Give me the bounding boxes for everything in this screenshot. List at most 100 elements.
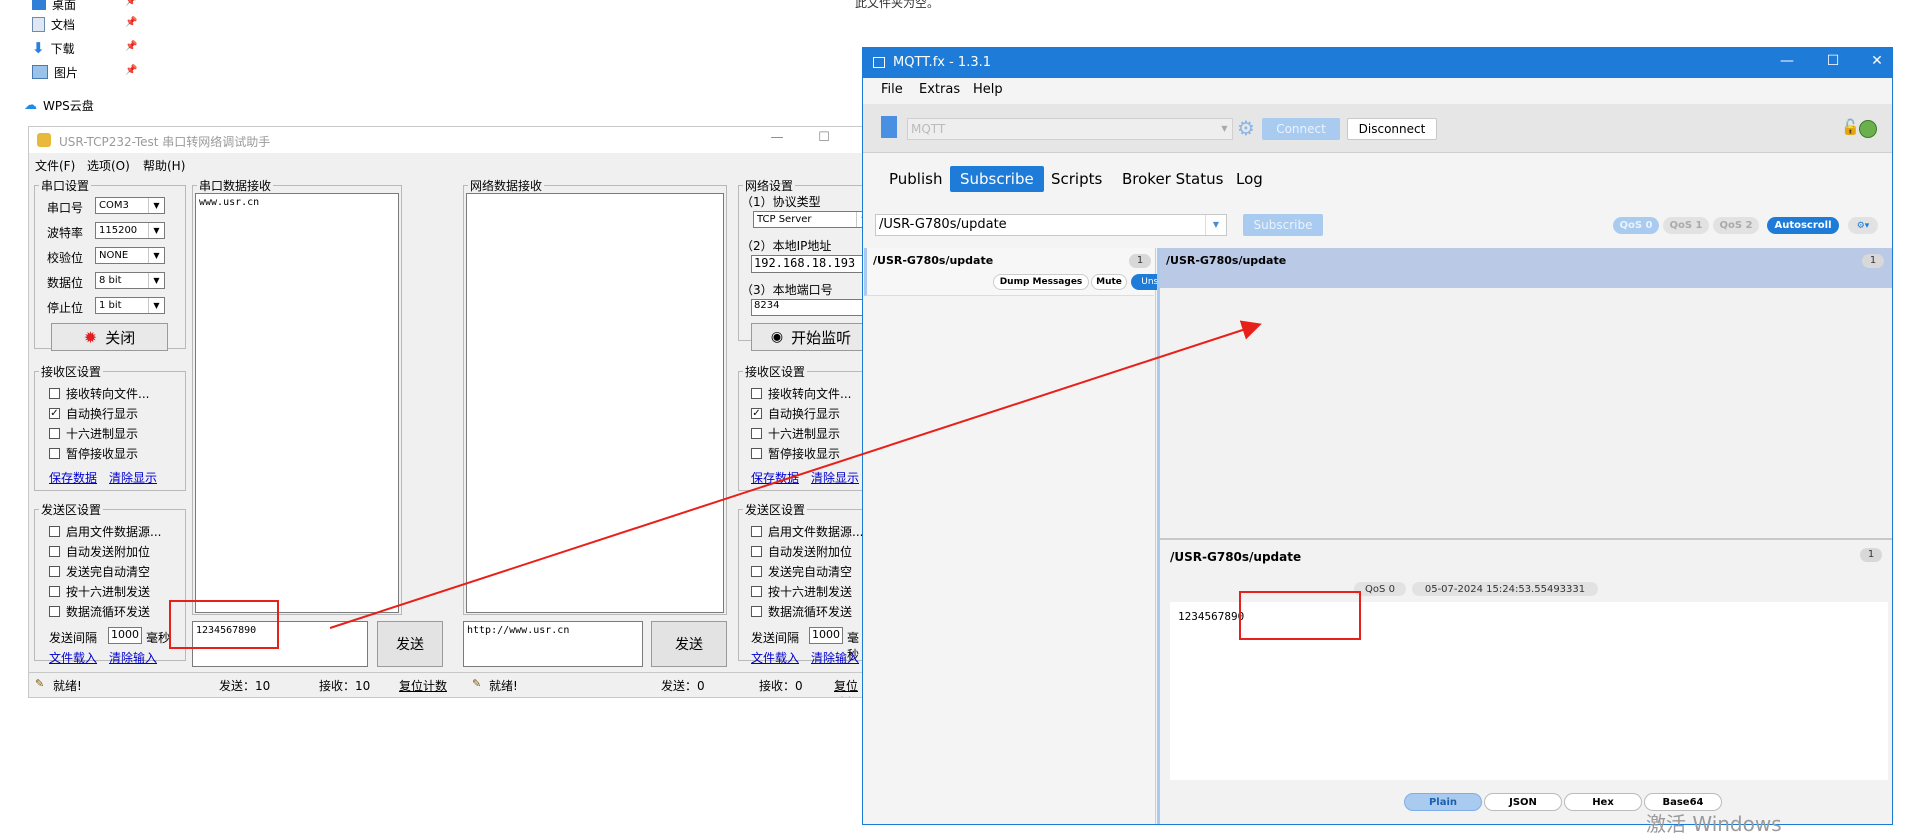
menu-file[interactable]: File: [881, 82, 903, 97]
clear-display-link[interactable]: 清除显示: [109, 469, 157, 486]
net-send-button[interactable]: 发送: [651, 621, 727, 667]
connect-button[interactable]: Connect: [1262, 118, 1340, 140]
net-auto-clear-checkbox[interactable]: 发送完自动清空: [751, 563, 852, 580]
file-load-link[interactable]: 文件载入: [49, 649, 97, 666]
serial-recv-area[interactable]: www.usr.cn: [195, 193, 399, 613]
detail-count: 1: [1860, 548, 1882, 562]
ip-input[interactable]: 192.168.18.193: [751, 255, 867, 273]
payload-area[interactable]: 1234567890: [1170, 602, 1888, 780]
topic-input[interactable]: /USR-G780s/update ▼: [875, 214, 1227, 236]
subscription-count: 1: [1129, 254, 1151, 268]
proto-select[interactable]: TCP Server▼: [753, 211, 867, 228]
net-interval-input[interactable]: 1000: [809, 627, 843, 644]
baud-select[interactable]: 115200 ▼: [95, 222, 165, 239]
quick-access-pictures[interactable]: 图片: [32, 62, 78, 82]
subscription-item[interactable]: /USR-G780s/update 1 Dump Messages Mute U…: [864, 248, 1207, 296]
reset-count-button[interactable]: 复位计数: [399, 677, 447, 694]
auto-wrap-checkbox[interactable]: ✓ 自动换行显示: [49, 405, 138, 422]
quick-access-documents[interactable]: 文档: [32, 14, 75, 34]
close-button[interactable]: ✕: [1857, 53, 1892, 69]
download-icon: ⬇: [32, 39, 45, 57]
status-ready-net: 就绪!: [489, 679, 518, 693]
autoscroll-button[interactable]: Autoscroll: [1767, 217, 1839, 234]
interval-input[interactable]: 1000: [108, 627, 142, 644]
settings-dropdown-button[interactable]: ⚙▾: [1848, 217, 1878, 234]
qos2-button[interactable]: QoS 2: [1713, 217, 1759, 234]
menu-help[interactable]: 帮助(H): [143, 157, 185, 174]
auto-clear-checkbox[interactable]: 发送完自动清空: [49, 563, 150, 580]
format-json-button[interactable]: JSON: [1484, 793, 1562, 811]
net-append-bits-checkbox[interactable]: 自动发送附加位: [751, 543, 852, 560]
pause-recv-checkbox[interactable]: 暂停接收显示: [49, 445, 138, 462]
qos1-button[interactable]: QoS 1: [1663, 217, 1709, 234]
pin-icon: 📌: [125, 0, 138, 7]
gear-icon[interactable]: ⚙: [1237, 116, 1255, 140]
usr-title: USR-TCP232-Test 串口转网络调试助手: [59, 135, 271, 149]
format-plain-button[interactable]: Plain: [1404, 793, 1482, 811]
net-save-data-link[interactable]: 保存数据: [751, 469, 799, 486]
mute-button[interactable]: Mute: [1091, 274, 1127, 290]
menu-options[interactable]: 选项(O): [87, 157, 130, 174]
unlock-icon: 🔓: [1841, 118, 1860, 136]
quick-access-desktop[interactable]: 桌面: [32, 0, 76, 14]
chevron-down-icon: ▼: [148, 298, 164, 313]
local-port-input[interactable]: 8234: [751, 299, 867, 316]
listen-button[interactable]: ◉ 开始监听: [751, 323, 867, 351]
qos0-button[interactable]: QoS 0: [1613, 217, 1659, 234]
mqtt-titlebar[interactable]: MQTT.fx - 1.3.1 — ☐ ✕: [863, 48, 1892, 78]
net-send-input[interactable]: http://www.usr.cn: [463, 621, 643, 667]
net-hex-send-checkbox[interactable]: 按十六进制发送: [751, 583, 852, 600]
port-select[interactable]: COM3 ▼: [95, 197, 165, 214]
menu-extras[interactable]: Extras: [919, 82, 960, 97]
clear-input-link[interactable]: 清除输入: [109, 649, 157, 666]
message-row[interactable]: /USR-G780s/update 1: [1160, 248, 1892, 288]
net-clear-input-link[interactable]: 清除输入: [811, 649, 859, 666]
minimize-button[interactable]: —: [757, 130, 797, 150]
net-file-load-link[interactable]: 文件载入: [751, 649, 799, 666]
net-pause-recv-checkbox[interactable]: 暂停接收显示: [751, 445, 840, 462]
tab-broker-status[interactable]: Broker Status: [1112, 166, 1233, 192]
maximize-button[interactable]: ☐: [804, 130, 844, 150]
pin-icon: 📌: [125, 65, 138, 76]
append-bits-checkbox[interactable]: 自动发送附加位: [49, 543, 150, 560]
net-loop-send-checkbox[interactable]: 数据流循环发送: [751, 603, 852, 620]
hex-display-checkbox[interactable]: 十六进制显示: [49, 425, 138, 442]
file-source-checkbox[interactable]: 启用文件数据源...: [49, 523, 161, 540]
tab-publish[interactable]: Publish: [879, 166, 952, 192]
baud-label: 波特率: [47, 226, 84, 240]
parity-select[interactable]: NONE ▼: [95, 247, 165, 264]
menu-file[interactable]: 文件(F): [35, 157, 75, 174]
databits-select[interactable]: 8 bit ▼: [95, 272, 165, 289]
disconnect-button[interactable]: Disconnect: [1347, 118, 1437, 140]
maximize-button[interactable]: ☐: [1813, 53, 1853, 69]
net-recv-area[interactable]: [466, 193, 724, 613]
stopbits-select[interactable]: 1 bit ▼: [95, 297, 165, 314]
usr-titlebar[interactable]: USR-TCP232-Test 串口转网络调试助手 — ☐: [29, 127, 867, 153]
serial-send-button[interactable]: 发送: [377, 621, 443, 667]
menu-help[interactable]: Help: [973, 82, 1003, 97]
recv-to-file-checkbox[interactable]: 接收转向文件...: [49, 385, 149, 402]
net-hex-display-checkbox[interactable]: 十六进制显示: [751, 425, 840, 442]
profile-select[interactable]: MQTT ▼: [907, 118, 1233, 140]
tab-subscribe[interactable]: Subscribe: [950, 166, 1044, 192]
net-auto-wrap-checkbox[interactable]: ✓ 自动换行显示: [751, 405, 840, 422]
minimize-button[interactable]: —: [1767, 53, 1807, 69]
save-data-link[interactable]: 保存数据: [49, 469, 97, 486]
subscribe-button[interactable]: Subscribe: [1243, 214, 1323, 236]
net-file-source-checkbox[interactable]: 启用文件数据源...: [751, 523, 863, 540]
quick-access-wps[interactable]: ☁ WPS云盘: [24, 95, 94, 115]
quick-access-downloads[interactable]: ⬇ 下载: [32, 38, 75, 58]
ready-icon: ✎: [472, 677, 482, 690]
hex-send-checkbox[interactable]: 按十六进制发送: [49, 583, 150, 600]
format-hex-button[interactable]: Hex: [1564, 793, 1642, 811]
net-recv-to-file-checkbox[interactable]: 接收转向文件...: [751, 385, 851, 402]
tab-log[interactable]: Log: [1226, 166, 1273, 192]
detail-topic: /USR-G780s/update: [1170, 550, 1302, 564]
dump-messages-button[interactable]: Dump Messages: [993, 274, 1089, 290]
close-port-button[interactable]: ✹ 关闭: [51, 323, 168, 351]
serial-send-input[interactable]: 1234567890: [192, 621, 368, 667]
loop-send-checkbox[interactable]: 数据流循环发送: [49, 603, 150, 620]
net-clear-display-link[interactable]: 清除显示: [811, 469, 859, 486]
tab-scripts[interactable]: Scripts: [1041, 166, 1112, 192]
chevron-down-icon: ▼: [148, 273, 164, 288]
